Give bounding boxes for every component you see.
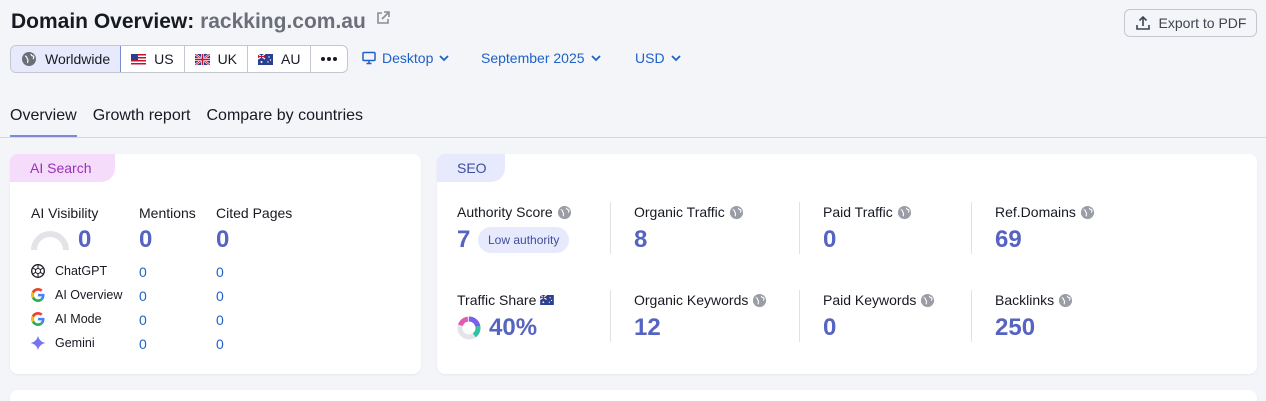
ai-search-tag: AI Search bbox=[10, 154, 115, 182]
tab-compare-by-countries[interactable]: Compare by countries bbox=[207, 107, 364, 137]
ai-overview-cited[interactable]: 0 bbox=[216, 288, 224, 304]
seo-tag: SEO bbox=[437, 154, 505, 182]
mentions-label: Mentions bbox=[139, 205, 196, 221]
chevron-down-icon bbox=[670, 54, 681, 61]
more-regions-button[interactable] bbox=[311, 46, 347, 72]
globe-icon bbox=[729, 205, 743, 219]
backlinks-value[interactable]: 250 bbox=[995, 314, 1035, 342]
globe-icon bbox=[1080, 205, 1094, 219]
chevron-down-icon bbox=[439, 54, 449, 61]
region-us[interactable]: US bbox=[121, 46, 185, 72]
next-section-card bbox=[10, 390, 1257, 401]
google-icon bbox=[31, 288, 45, 302]
globe-icon bbox=[1059, 293, 1073, 307]
region-worldwide[interactable]: Worldwide bbox=[11, 46, 122, 72]
globe-icon bbox=[22, 52, 36, 66]
us-flag-icon bbox=[131, 53, 147, 65]
ai-visibility-value[interactable]: 0 bbox=[78, 226, 91, 254]
ai-visibility-gauge bbox=[31, 231, 69, 251]
cited-pages-label: Cited Pages bbox=[216, 205, 293, 221]
page-title: Domain Overview: rackking.com.au bbox=[11, 10, 390, 34]
domain-name[interactable]: rackking.com.au bbox=[200, 10, 366, 33]
backlinks-label: Backlinks bbox=[995, 292, 1073, 308]
more-icon bbox=[321, 57, 338, 61]
authority-badge: Low authority bbox=[478, 227, 570, 253]
engine-gemini: Gemini bbox=[30, 335, 95, 351]
engine-ai-overview: AI Overview bbox=[30, 287, 122, 303]
au-flag-icon bbox=[258, 53, 274, 65]
engine-chatgpt: ChatGPT bbox=[30, 263, 107, 279]
globe-icon bbox=[557, 205, 571, 219]
date-dropdown[interactable]: September 2025 bbox=[481, 50, 601, 66]
device-dropdown[interactable]: Desktop bbox=[362, 50, 449, 66]
divider bbox=[610, 202, 611, 254]
paid-traffic-label: Paid Traffic bbox=[823, 204, 912, 220]
globe-icon bbox=[753, 293, 767, 307]
authority-score-value[interactable]: 7 bbox=[457, 226, 470, 254]
external-link-icon[interactable] bbox=[376, 7, 390, 31]
ai-visibility-label: AI Visibility bbox=[31, 205, 99, 221]
cited-pages-value[interactable]: 0 bbox=[216, 226, 229, 254]
tab-overview[interactable]: Overview bbox=[10, 107, 77, 137]
paid-keywords-value[interactable]: 0 bbox=[823, 314, 836, 342]
divider bbox=[799, 290, 800, 342]
ai-mode-cited[interactable]: 0 bbox=[216, 312, 224, 328]
seo-card: SEO Authority Score 7 Low authority Orga… bbox=[437, 154, 1257, 374]
ai-search-card: AI Search AI Visibility 0 Mentions 0 Cit… bbox=[10, 154, 421, 374]
globe-icon bbox=[897, 205, 911, 219]
divider bbox=[799, 202, 800, 254]
ai-overview-mentions[interactable]: 0 bbox=[139, 288, 147, 304]
traffic-share-label: Traffic Share bbox=[457, 292, 555, 308]
traffic-share-donut bbox=[457, 316, 481, 340]
page-header: Domain Overview: rackking.com.au Export … bbox=[0, 0, 1266, 138]
divider bbox=[971, 290, 972, 342]
tab-bar: Overview Growth report Compare by countr… bbox=[10, 107, 363, 137]
traffic-share-arc bbox=[468, 316, 481, 328]
divider bbox=[971, 202, 972, 254]
tab-growth-report[interactable]: Growth report bbox=[93, 107, 191, 137]
chatgpt-mentions[interactable]: 0 bbox=[139, 264, 147, 280]
gemini-mentions[interactable]: 0 bbox=[139, 336, 147, 352]
export-pdf-button[interactable]: Export to PDF bbox=[1124, 9, 1257, 37]
ref-domains-value[interactable]: 69 bbox=[995, 226, 1022, 254]
gemini-cited[interactable]: 0 bbox=[216, 336, 224, 352]
region-selector: Worldwide US UK AU bbox=[10, 45, 349, 73]
currency-dropdown[interactable]: USD bbox=[635, 50, 681, 66]
google-icon bbox=[31, 312, 45, 326]
organic-keywords-value[interactable]: 12 bbox=[634, 314, 661, 342]
paid-keywords-label: Paid Keywords bbox=[823, 292, 935, 308]
au-flag-icon bbox=[540, 295, 555, 305]
region-au[interactable]: AU bbox=[248, 46, 312, 72]
ref-domains-label: Ref.Domains bbox=[995, 204, 1095, 220]
chevron-down-icon bbox=[590, 54, 601, 61]
traffic-share-value[interactable]: 40% bbox=[489, 314, 537, 342]
desktop-icon bbox=[362, 51, 376, 65]
authority-score-label: Authority Score bbox=[457, 204, 572, 220]
uk-flag-icon bbox=[194, 53, 210, 65]
mentions-value[interactable]: 0 bbox=[139, 226, 152, 254]
engine-ai-mode: AI Mode bbox=[30, 311, 102, 327]
traffic-share-arc-tertiary bbox=[458, 316, 469, 327]
traffic-share-arc-secondary bbox=[472, 325, 481, 338]
chatgpt-cited[interactable]: 0 bbox=[216, 264, 224, 280]
gemini-icon bbox=[30, 335, 46, 351]
divider bbox=[610, 290, 611, 342]
chatgpt-icon bbox=[31, 264, 45, 278]
export-icon bbox=[1135, 15, 1150, 30]
organic-traffic-value[interactable]: 8 bbox=[634, 226, 647, 254]
organic-traffic-label: Organic Traffic bbox=[634, 204, 744, 220]
organic-keywords-label: Organic Keywords bbox=[634, 292, 767, 308]
region-uk[interactable]: UK bbox=[185, 46, 249, 72]
paid-traffic-value[interactable]: 0 bbox=[823, 226, 836, 254]
globe-icon bbox=[921, 293, 935, 307]
ai-mode-mentions[interactable]: 0 bbox=[139, 312, 147, 328]
